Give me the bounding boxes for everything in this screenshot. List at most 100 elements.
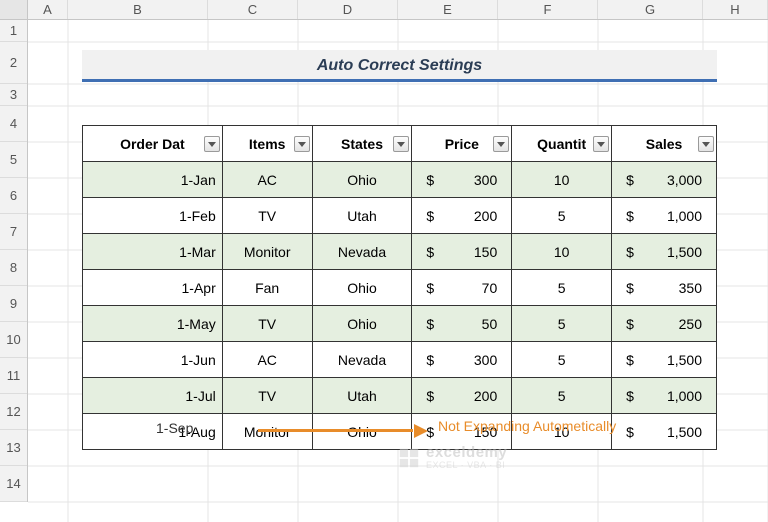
column-header-B[interactable]: B: [68, 0, 208, 19]
select-all-corner[interactable]: [0, 0, 28, 19]
row-header-13[interactable]: 13: [0, 430, 27, 466]
arrow-line: [258, 429, 413, 432]
watermark: exceldemy EXCEL · VBA · BI: [398, 445, 507, 470]
cell-state[interactable]: Utah: [312, 198, 412, 234]
filter-button[interactable]: [294, 136, 310, 152]
header-items[interactable]: Items: [222, 126, 312, 162]
cell-date[interactable]: 1-Jan: [83, 162, 223, 198]
cell-qty[interactable]: 10: [512, 162, 612, 198]
filter-button[interactable]: [493, 136, 509, 152]
cell-price[interactable]: $150: [412, 234, 512, 270]
cell-price[interactable]: $200: [412, 378, 512, 414]
cell-item[interactable]: Fan: [222, 270, 312, 306]
sheet-area[interactable]: Auto Correct Settings Order Dat Items St…: [28, 20, 768, 502]
cell-item[interactable]: TV: [222, 198, 312, 234]
cell-price[interactable]: $50: [412, 306, 512, 342]
cell-qty[interactable]: 5: [512, 342, 612, 378]
header-label: States: [341, 136, 383, 152]
table-row[interactable]: 1-MarMonitorNevada$15010$1,500: [83, 234, 717, 270]
filter-button[interactable]: [593, 136, 609, 152]
header-price[interactable]: Price: [412, 126, 512, 162]
row-header-6[interactable]: 6: [0, 178, 27, 214]
cell-sales[interactable]: $1,500: [612, 414, 717, 450]
cell-date[interactable]: 1-May: [83, 306, 223, 342]
table-row[interactable]: 1-FebTVUtah$2005$1,000: [83, 198, 717, 234]
cell-item[interactable]: TV: [222, 378, 312, 414]
column-header-G[interactable]: G: [598, 0, 703, 19]
cell-date[interactable]: 1-Aug: [83, 414, 223, 450]
row-header-12[interactable]: 12: [0, 394, 27, 430]
header-order-date[interactable]: Order Dat: [83, 126, 223, 162]
table-row[interactable]: 1-MayTVOhio$505$250: [83, 306, 717, 342]
row-headers: 1234567891011121314: [0, 20, 28, 502]
row-header-2[interactable]: 2: [0, 42, 27, 84]
row-header-7[interactable]: 7: [0, 214, 27, 250]
table-row[interactable]: 1-AprFanOhio$705$350: [83, 270, 717, 306]
cell-state[interactable]: Ohio: [312, 306, 412, 342]
cell-price[interactable]: $200: [412, 198, 512, 234]
filter-button[interactable]: [393, 136, 409, 152]
cell-price[interactable]: $300: [412, 162, 512, 198]
cell-qty[interactable]: 5: [512, 270, 612, 306]
row-header-1[interactable]: 1: [0, 20, 27, 42]
cell-sales[interactable]: $3,000: [612, 162, 717, 198]
table-row[interactable]: 1-JulTVUtah$2005$1,000: [83, 378, 717, 414]
cell-date[interactable]: 1-Mar: [83, 234, 223, 270]
cell-price[interactable]: $70: [412, 270, 512, 306]
column-header-F[interactable]: F: [498, 0, 598, 19]
arrow-head-icon: [414, 424, 428, 438]
cell-price[interactable]: $300: [412, 342, 512, 378]
header-states[interactable]: States: [312, 126, 412, 162]
table-body: 1-JanACOhio$30010$3,0001-FebTVUtah$2005$…: [83, 162, 717, 450]
cell-qty[interactable]: 10: [512, 234, 612, 270]
row-header-14[interactable]: 14: [0, 466, 27, 502]
cell-date[interactable]: 1-Jul: [83, 378, 223, 414]
cell-item[interactable]: AC: [222, 162, 312, 198]
cell-state[interactable]: Ohio: [312, 162, 412, 198]
cell-item[interactable]: AC: [222, 342, 312, 378]
row-header-5[interactable]: 5: [0, 142, 27, 178]
header-label: Items: [249, 136, 286, 152]
cell-sales[interactable]: $350: [612, 270, 717, 306]
table-row[interactable]: 1-JanACOhio$30010$3,000: [83, 162, 717, 198]
header-sales[interactable]: Sales: [612, 126, 717, 162]
column-header-A[interactable]: A: [28, 0, 68, 19]
cell-sales[interactable]: $1,500: [612, 342, 717, 378]
cell-sales[interactable]: $1,000: [612, 378, 717, 414]
watermark-brand: exceldemy: [426, 445, 507, 461]
cell-state[interactable]: Nevada: [312, 234, 412, 270]
row-header-4[interactable]: 4: [0, 106, 27, 142]
cell-qty[interactable]: 5: [512, 198, 612, 234]
cell-state[interactable]: Utah: [312, 378, 412, 414]
cell-qty[interactable]: 5: [512, 378, 612, 414]
column-header-E[interactable]: E: [398, 0, 498, 19]
filter-button[interactable]: [204, 136, 220, 152]
row-header-8[interactable]: 8: [0, 250, 27, 286]
cell-item[interactable]: TV: [222, 306, 312, 342]
column-header-C[interactable]: C: [208, 0, 298, 19]
row-header-3[interactable]: 3: [0, 84, 27, 106]
arrow-annotation: [258, 427, 428, 435]
table-row[interactable]: 1-JunACNevada$3005$1,500: [83, 342, 717, 378]
cell-date[interactable]: 1-Apr: [83, 270, 223, 306]
extra-date-cell[interactable]: 1-Sep: [156, 420, 193, 436]
row-header-11[interactable]: 11: [0, 358, 27, 394]
column-header-D[interactable]: D: [298, 0, 398, 19]
cell-state[interactable]: Ohio: [312, 270, 412, 306]
column-headers: ABCDEFGH: [0, 0, 768, 20]
cell-sales[interactable]: $1,500: [612, 234, 717, 270]
cell-sales[interactable]: $250: [612, 306, 717, 342]
column-header-H[interactable]: H: [703, 0, 768, 19]
cell-state[interactable]: Nevada: [312, 342, 412, 378]
cell-date[interactable]: 1-Jun: [83, 342, 223, 378]
filter-button[interactable]: [698, 136, 714, 152]
header-label: Order Dat: [120, 136, 185, 152]
cell-sales[interactable]: $1,000: [612, 198, 717, 234]
header-quantity[interactable]: Quantit: [512, 126, 612, 162]
cell-date[interactable]: 1-Feb: [83, 198, 223, 234]
row-header-10[interactable]: 10: [0, 322, 27, 358]
row-header-9[interactable]: 9: [0, 286, 27, 322]
cell-item[interactable]: Monitor: [222, 234, 312, 270]
cell-qty[interactable]: 5: [512, 306, 612, 342]
data-table: Order Dat Items States Price Quantit Sal…: [82, 125, 717, 450]
